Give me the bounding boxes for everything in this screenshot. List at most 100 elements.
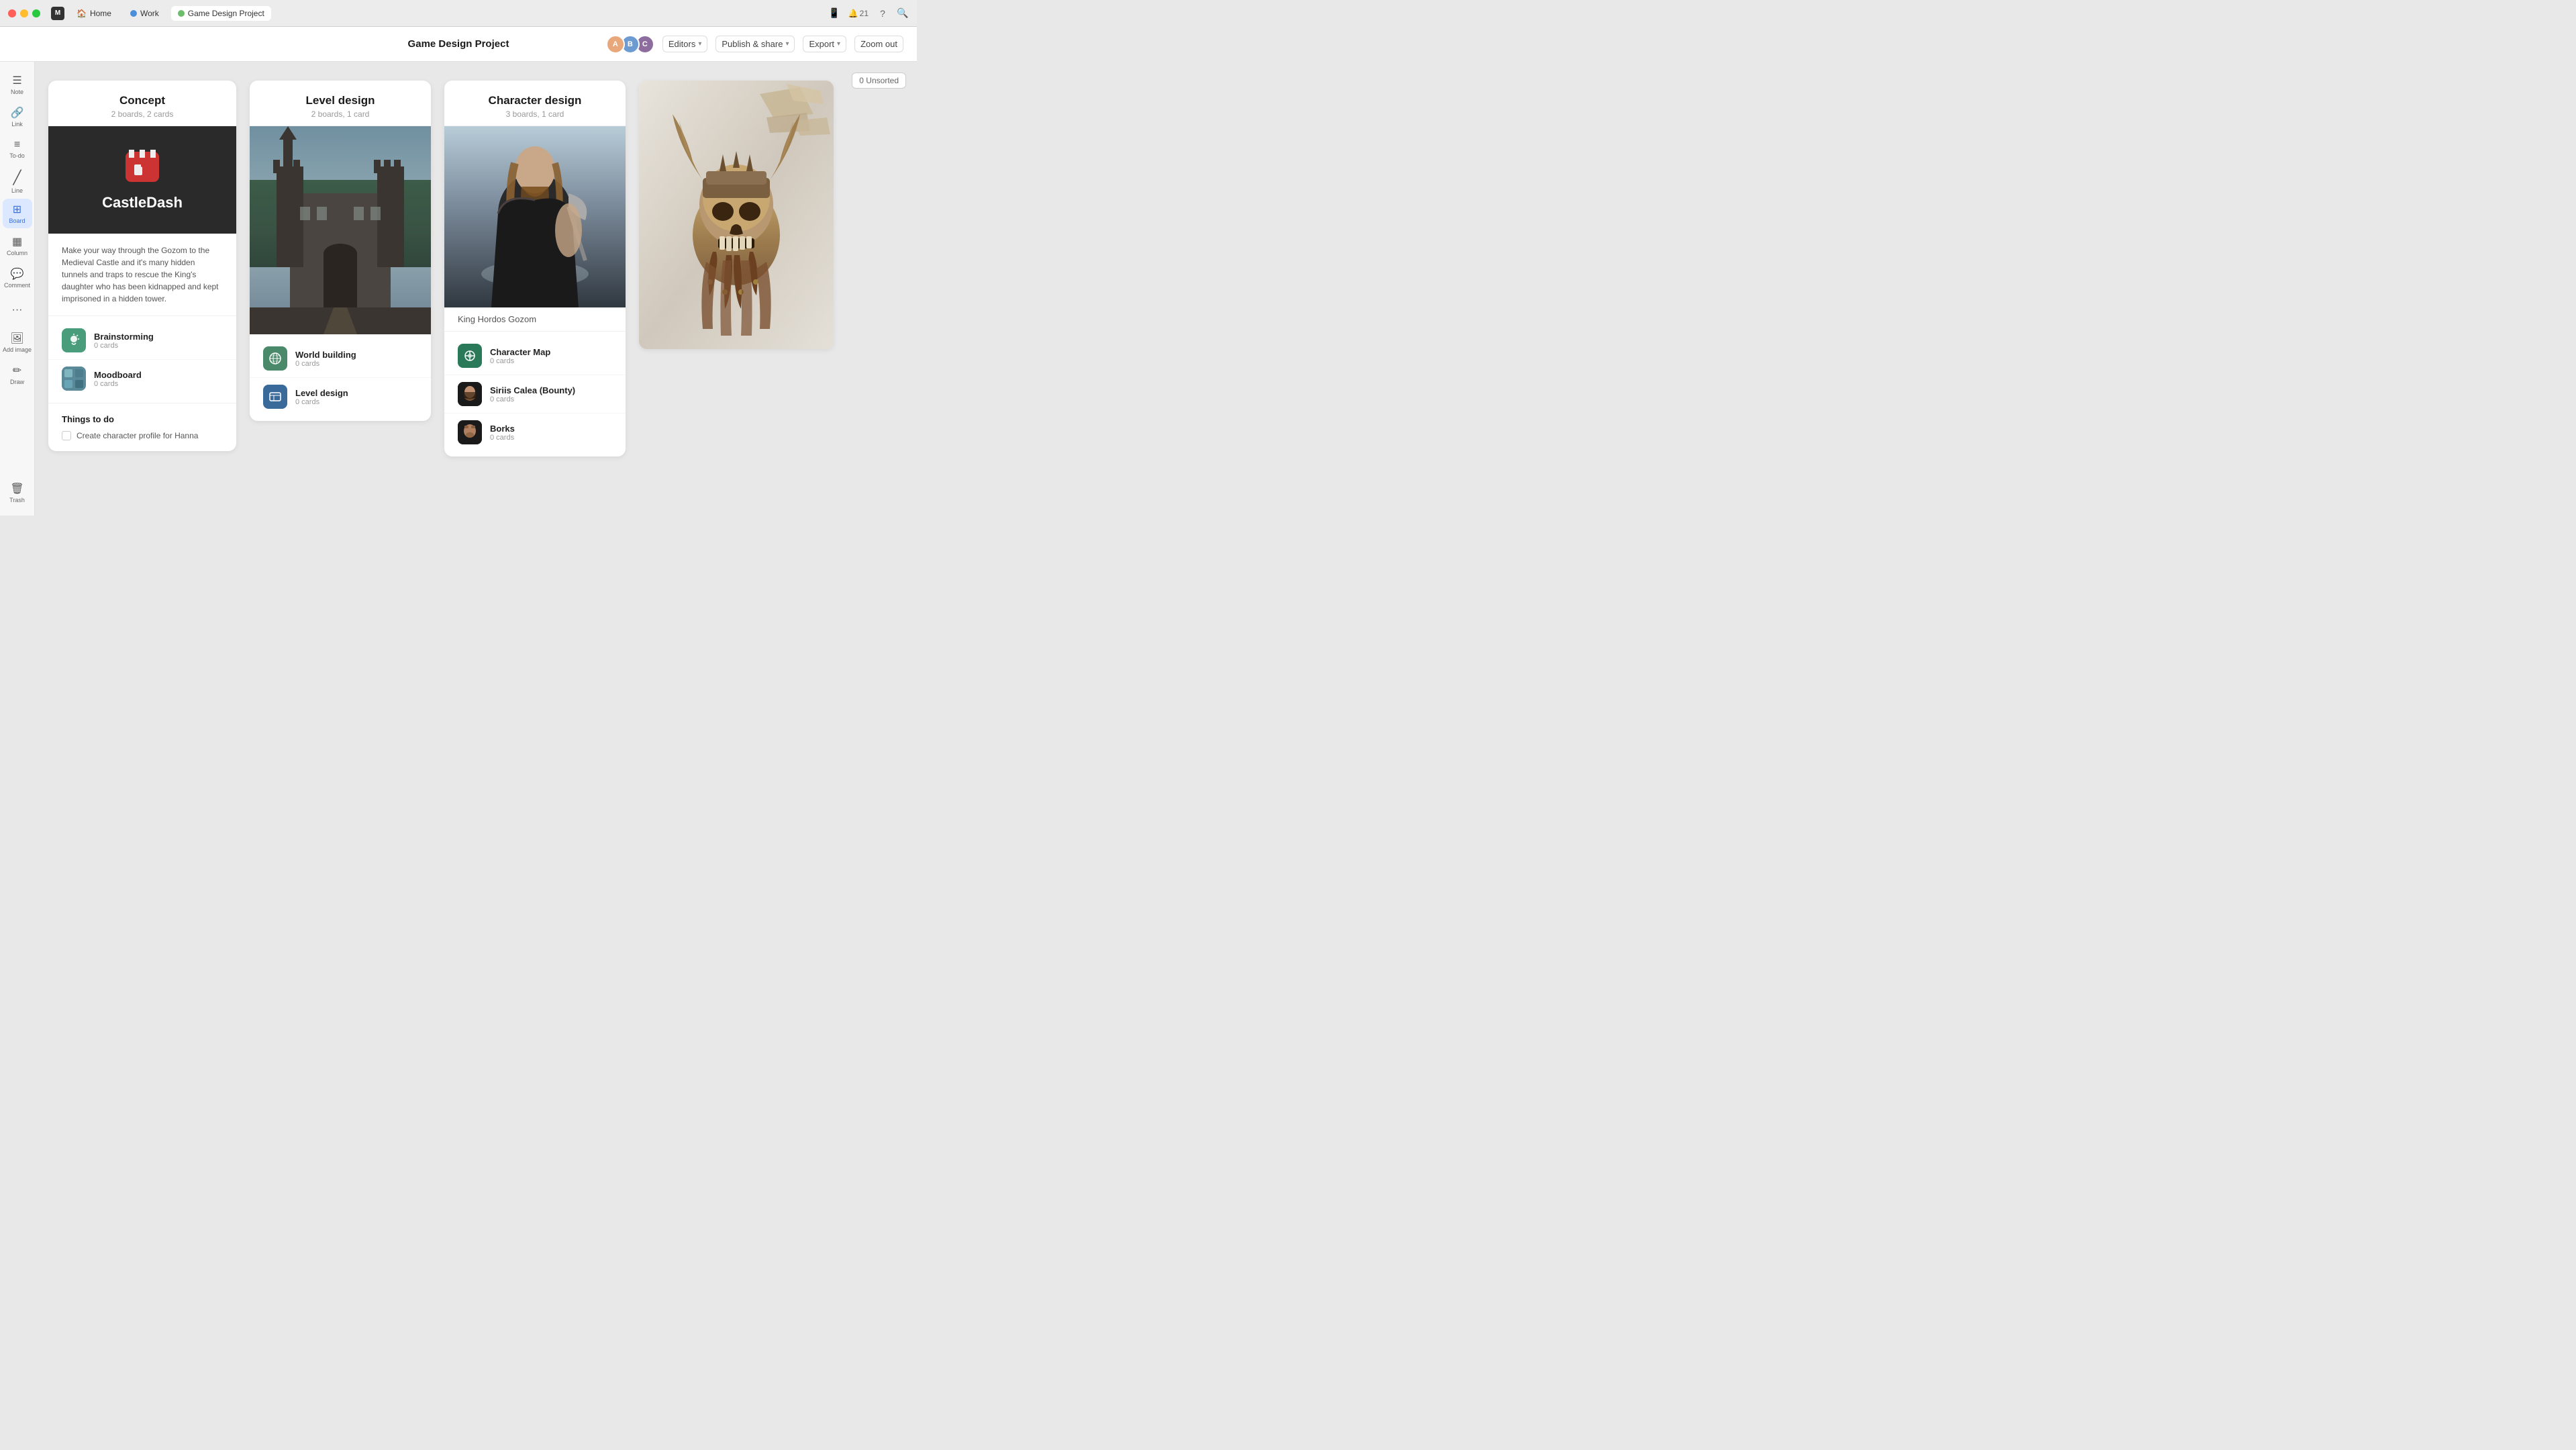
leveldesign-sub-item[interactable]: Level design 0 cards [250, 378, 431, 416]
search-icon[interactable]: 🔍 [897, 7, 909, 19]
sidebar-item-comment[interactable]: 💬 Comment [3, 263, 32, 293]
sidebar-item-addimage[interactable]: 🖼 Add image [3, 328, 32, 357]
sidebar-line-label: Line [11, 187, 23, 194]
link-icon: 🔗 [11, 106, 24, 119]
concept-title: Concept [62, 94, 223, 107]
unsorted-badge[interactable]: 0 Unsorted [852, 72, 906, 89]
publish-chevron-icon: ▾ [785, 40, 789, 48]
zoomout-button[interactable]: Zoom out [854, 36, 903, 52]
char-name-label: King Hordos Gozom [444, 307, 626, 332]
castle-shield-icon [122, 148, 162, 189]
charmap-item[interactable]: Character Map 0 cards [444, 337, 626, 375]
todo-text-hanna: Create character profile for Hanna [77, 431, 198, 440]
sidebar-item-todo[interactable]: ≡ To-do [3, 134, 32, 164]
brainstorming-info: Brainstorming 0 cards [94, 332, 223, 350]
leveldesign-sub-count: 0 cards [295, 398, 417, 406]
borks-name: Borks [490, 424, 612, 434]
sidebar-board-label: Board [9, 218, 25, 224]
bounty-count: 0 cards [490, 395, 612, 403]
brainstorming-name: Brainstorming [94, 332, 223, 342]
concept-description: Make your way through the Gozom to the M… [48, 234, 236, 316]
sidebar-item-link[interactable]: 🔗 Link [3, 102, 32, 132]
sidebar-trash[interactable]: 🗑 Trash [3, 478, 32, 508]
moodboard-name: Moodboard [94, 370, 223, 380]
worldbuilding-item[interactable]: World building 0 cards [250, 340, 431, 378]
canvas[interactable]: 0 Unsorted Concept 2 boards, 2 cards [35, 62, 917, 516]
publish-share-button[interactable]: Publish & share ▾ [715, 36, 795, 52]
leveldesign-board-card: Level design 2 boards, 1 card [250, 81, 431, 421]
warrior-svg [444, 126, 626, 307]
more-icon: ··· [12, 304, 23, 316]
charmap-info: Character Map 0 cards [490, 347, 612, 365]
tab-home[interactable]: 🏠 Home [70, 6, 118, 21]
borks-icon [458, 420, 482, 444]
characterdesign-subtitle: 3 boards, 1 card [458, 109, 612, 119]
work-dot [130, 10, 137, 17]
title-bar: M 🏠 Home Work Game Design Project 📱 🔔 21… [0, 0, 917, 27]
moodboard-count: 0 cards [94, 380, 223, 388]
todo-icon: ≡ [14, 139, 20, 151]
concept-subtitle: 2 boards, 2 cards [62, 109, 223, 119]
bounty-name: Siriis Calea (Bounty) [490, 385, 612, 395]
todo-item-hanna[interactable]: Create character profile for Hanna [62, 431, 223, 440]
cards-container: Concept 2 boards, 2 cards CastleDash [48, 75, 903, 456]
todo-checkbox-hanna[interactable] [62, 431, 71, 440]
warrior-hero [444, 126, 626, 307]
bounty-item[interactable]: Siriis Calea (Bounty) 0 cards [444, 375, 626, 414]
brainstorming-item[interactable]: Brainstorming 0 cards [48, 322, 236, 360]
app-header-right: A B C Editors ▾ Publish & share ▾ Export… [610, 35, 903, 54]
sidebar-trash-label: Trash [9, 497, 25, 503]
skull-hero [639, 81, 834, 349]
concept-board-items: Brainstorming 0 cards [48, 316, 236, 403]
borks-svg [458, 420, 482, 444]
help-icon[interactable]: ? [877, 7, 889, 19]
borks-item[interactable]: Borks 0 cards [444, 414, 626, 451]
sidebar-item-board[interactable]: ⊞ Board [3, 199, 32, 228]
app-header: Game Design Project A B C Editors ▾ Publ… [0, 27, 917, 62]
characterdesign-board-items: Character Map 0 cards [444, 332, 626, 456]
characterdesign-card-header: Character design 3 boards, 1 card [444, 81, 626, 126]
tab-work[interactable]: Work [123, 6, 166, 21]
charmap-name: Character Map [490, 347, 612, 357]
minimize-button[interactable] [20, 9, 28, 17]
sidebar-item-line[interactable]: ╱ Line [3, 166, 32, 196]
trash-icon: 🗑 [10, 482, 23, 495]
brainstorm-icon [62, 328, 86, 352]
publish-label: Publish & share [722, 39, 783, 49]
characterdesign-title: Character design [458, 94, 612, 107]
sidebar-item-draw[interactable]: ✏ Draw [3, 360, 32, 389]
charmap-svg [463, 349, 477, 362]
device-icon[interactable]: 📱 [828, 7, 840, 19]
editors-chevron-icon: ▾ [698, 40, 701, 48]
export-chevron-icon: ▾ [837, 40, 840, 48]
editors-button[interactable]: Editors ▾ [662, 36, 708, 52]
moodboard-icon [62, 367, 86, 391]
castle-photo-hero [250, 126, 431, 334]
charmap-icon [458, 344, 482, 368]
traffic-lights [8, 9, 40, 17]
worldbuild-icon [263, 346, 287, 371]
notif-badge[interactable]: 🔔 21 [848, 9, 869, 18]
bounty-icon [458, 382, 482, 406]
close-button[interactable] [8, 9, 16, 17]
avatar-1: A [606, 35, 625, 54]
sidebar-item-note[interactable]: ☰ Note [3, 70, 32, 99]
fullscreen-button[interactable] [32, 9, 40, 17]
charmap-count: 0 cards [490, 357, 612, 365]
todo-title: Things to do [62, 414, 223, 424]
sidebar-item-more[interactable]: ··· [3, 295, 32, 325]
sidebar-link-label: Link [11, 121, 23, 128]
castledash-hero: CastleDash [48, 126, 236, 234]
title-bar-right: 📱 🔔 21 ? 🔍 [828, 7, 909, 19]
home-icon: 🏠 [77, 9, 87, 18]
zoomout-label: Zoom out [860, 39, 897, 49]
sidebar-item-column[interactable]: ▦ Column [3, 231, 32, 260]
skull-board-card [639, 81, 834, 349]
leveldesign-sub-name: Level design [295, 388, 417, 398]
tab-game-design[interactable]: Game Design Project [171, 6, 271, 21]
addimage-icon: 🖼 [10, 332, 23, 345]
note-icon: ☰ [12, 74, 21, 87]
moodboard-item[interactable]: Moodboard 0 cards [48, 360, 236, 397]
export-button[interactable]: Export ▾ [803, 36, 846, 52]
leveldesign-title: Level design [263, 94, 417, 107]
